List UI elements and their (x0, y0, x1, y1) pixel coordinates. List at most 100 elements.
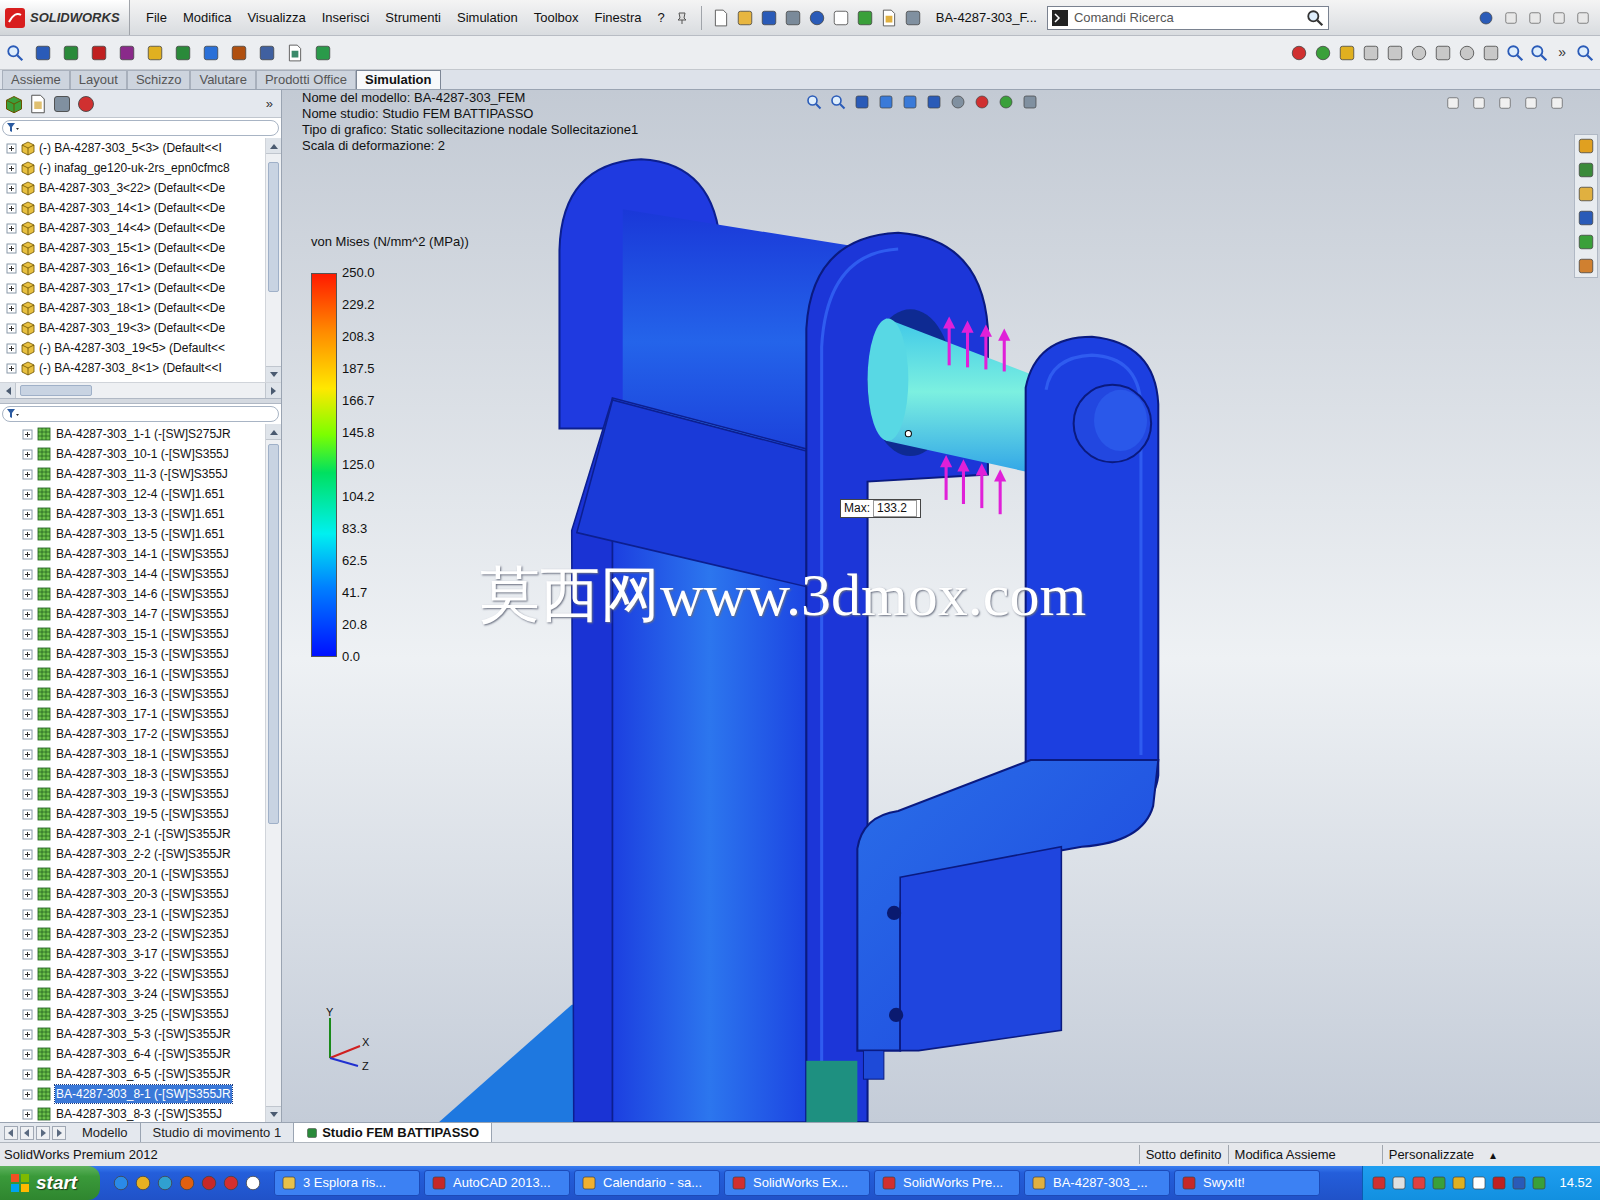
material-icon[interactable] (1338, 44, 1356, 62)
display-style-icon[interactable] (926, 94, 942, 110)
expand-icon[interactable] (6, 263, 17, 274)
study-tree-item[interactable]: BA-4287-303_5-3 (-[SW]S355JR (0, 1024, 265, 1044)
study-tree-item[interactable]: BA-4287-303_6-5 (-[SW]S355JR (0, 1064, 265, 1084)
scenes-icon[interactable] (998, 94, 1014, 110)
menu-item[interactable]: Visualizza (239, 8, 313, 28)
view-palette-icon[interactable] (1577, 233, 1595, 251)
save-icon[interactable] (760, 9, 778, 27)
expand-icon[interactable] (22, 509, 33, 520)
last-tab-icon[interactable] (52, 1126, 66, 1140)
mesh-icon[interactable] (146, 44, 164, 62)
taskbar-item[interactable]: SwyxIt! (1174, 1170, 1320, 1196)
taskbar-item[interactable]: SolidWorks Ex... (724, 1170, 870, 1196)
study-tree-item[interactable]: BA-4287-303_1-1 (-[SW]S275JR (0, 424, 265, 444)
menu-item[interactable]: Finestra (587, 8, 650, 28)
browser-icon[interactable] (112, 1174, 130, 1192)
study-tree-item[interactable]: BA-4287-303_3-22 (-[SW]S355J (0, 964, 265, 984)
taskbar-item[interactable]: SolidWorks Pre... (874, 1170, 1020, 1196)
zoom-area-icon[interactable] (1530, 44, 1548, 62)
status-menu-toggle[interactable]: ▴ (1480, 1146, 1506, 1164)
bottom-tab[interactable]: Studio FEM BATTIPASSO (294, 1123, 492, 1142)
study-tree-item[interactable]: BA-4287-303_18-3 (-[SW]S355J (0, 764, 265, 784)
tray-5-icon[interactable] (1451, 1175, 1467, 1191)
study-tree-item[interactable]: BA-4287-303_16-1 (-[SW]S355J (0, 664, 265, 684)
expand-icon[interactable] (22, 1109, 33, 1120)
menu-item[interactable]: Strumenti (377, 8, 449, 28)
zoom-to-fit-icon[interactable] (806, 94, 822, 110)
scene-icon[interactable] (1314, 44, 1332, 62)
study-icon[interactable] (62, 44, 80, 62)
split-horizontal-icon[interactable] (1446, 96, 1460, 110)
next-tab-icon[interactable] (36, 1126, 50, 1140)
tree-item[interactable]: BA-4287-303_17<1> (Default<<De (0, 278, 265, 298)
expand-icon[interactable] (22, 809, 33, 820)
gray5-icon[interactable] (1458, 44, 1476, 62)
expand-icon[interactable] (22, 829, 33, 840)
split-vertical-icon[interactable] (1472, 96, 1486, 110)
study-tree-item[interactable]: BA-4287-303_18-1 (-[SW]S355J (0, 744, 265, 764)
configuration-icon[interactable] (52, 94, 72, 114)
study-tree-item[interactable]: BA-4287-303_10-1 (-[SW]S355J (0, 444, 265, 464)
minimize-icon[interactable] (1504, 11, 1518, 25)
expand-icon[interactable] (6, 143, 17, 154)
expand-icon[interactable] (6, 223, 17, 234)
pin-icon[interactable] (675, 11, 689, 25)
study-tree-item[interactable]: BA-4287-303_13-3 (-[SW]1.651 (0, 504, 265, 524)
menu-item[interactable]: Modifica (175, 8, 239, 28)
study-tree-item[interactable]: BA-4287-303_14-6 (-[SW]S355J (0, 584, 265, 604)
expand-icon[interactable] (22, 769, 33, 780)
edit-appearance-icon[interactable] (974, 94, 990, 110)
study-tree-item[interactable]: BA-4287-303_17-1 (-[SW]S355J (0, 704, 265, 724)
expand-icon[interactable] (22, 1049, 33, 1060)
expand-icon[interactable] (22, 649, 33, 660)
tray-1-icon[interactable] (1371, 1175, 1387, 1191)
firefox-icon[interactable] (178, 1174, 196, 1192)
taskbar-item[interactable]: 3 Esplora ris... (274, 1170, 420, 1196)
gray4-icon[interactable] (1434, 44, 1452, 62)
study-tree-item[interactable]: BA-4287-303_19-3 (-[SW]S355J (0, 784, 265, 804)
tree-item[interactable]: BA-4287-303_18<1> (Default<<De (0, 298, 265, 318)
study-tree-item[interactable]: BA-4287-303_14-1 (-[SW]S355J (0, 544, 265, 564)
zoom-fit-icon[interactable] (1506, 44, 1524, 62)
expand-icon[interactable] (6, 343, 17, 354)
expand-icon[interactable] (6, 203, 17, 214)
taskbar-item[interactable]: BA-4287-303_... (1024, 1170, 1170, 1196)
viewport-minimize-icon[interactable] (1498, 96, 1512, 110)
expand-icon[interactable] (22, 589, 33, 600)
gray3-icon[interactable] (1410, 44, 1428, 62)
menu-item[interactable]: Simulation (449, 8, 526, 28)
study-tree-item[interactable]: BA-4287-303_16-3 (-[SW]S355J (0, 684, 265, 704)
report-icon[interactable] (286, 44, 304, 62)
zoom-area-icon[interactable] (830, 94, 846, 110)
calendar-icon[interactable] (156, 1174, 174, 1192)
tray-7-icon[interactable] (1491, 1175, 1507, 1191)
appearance-icon[interactable] (1290, 44, 1308, 62)
expand-icon[interactable] (22, 749, 33, 760)
menu-item[interactable]: Inserisci (314, 8, 378, 28)
clock[interactable]: 14.52 (1559, 1173, 1592, 1193)
first-tab-icon[interactable] (4, 1126, 18, 1140)
undo-icon[interactable] (808, 9, 826, 27)
restore-icon[interactable] (1528, 11, 1542, 25)
study-tree-item[interactable]: BA-4287-303_3-24 (-[SW]S355J (0, 984, 265, 1004)
expand-icon[interactable] (22, 1089, 33, 1100)
study-tree-item[interactable]: BA-4287-303_17-2 (-[SW]S355J (0, 724, 265, 744)
feature-tree-icon[interactable] (4, 94, 24, 114)
command-tab[interactable]: Prodotti Office (256, 70, 356, 89)
open-icon[interactable] (736, 9, 754, 27)
autocad-icon[interactable] (200, 1174, 218, 1192)
study-tree-item[interactable]: BA-4287-303_23-2 (-[SW]S235J (0, 924, 265, 944)
expand-icon[interactable] (22, 1029, 33, 1040)
new-icon[interactable] (712, 9, 730, 27)
start-button[interactable]: start (0, 1166, 100, 1200)
tray-2-icon[interactable] (1391, 1175, 1407, 1191)
expand-icon[interactable] (22, 949, 33, 960)
study-tree-item[interactable]: BA-4287-303_8-1 (-[SW]S355JR (0, 1084, 265, 1104)
bottom-tab[interactable]: Modello (70, 1123, 141, 1142)
expand-icon[interactable] (22, 469, 33, 480)
options-icon[interactable] (904, 9, 922, 27)
expand-icon[interactable] (22, 869, 33, 880)
graphics-viewport[interactable]: Nome del modello: BA-4287-303_FEMNome st… (282, 90, 1600, 1122)
hide-show-icon[interactable] (950, 94, 966, 110)
library-icon[interactable] (1577, 185, 1595, 203)
